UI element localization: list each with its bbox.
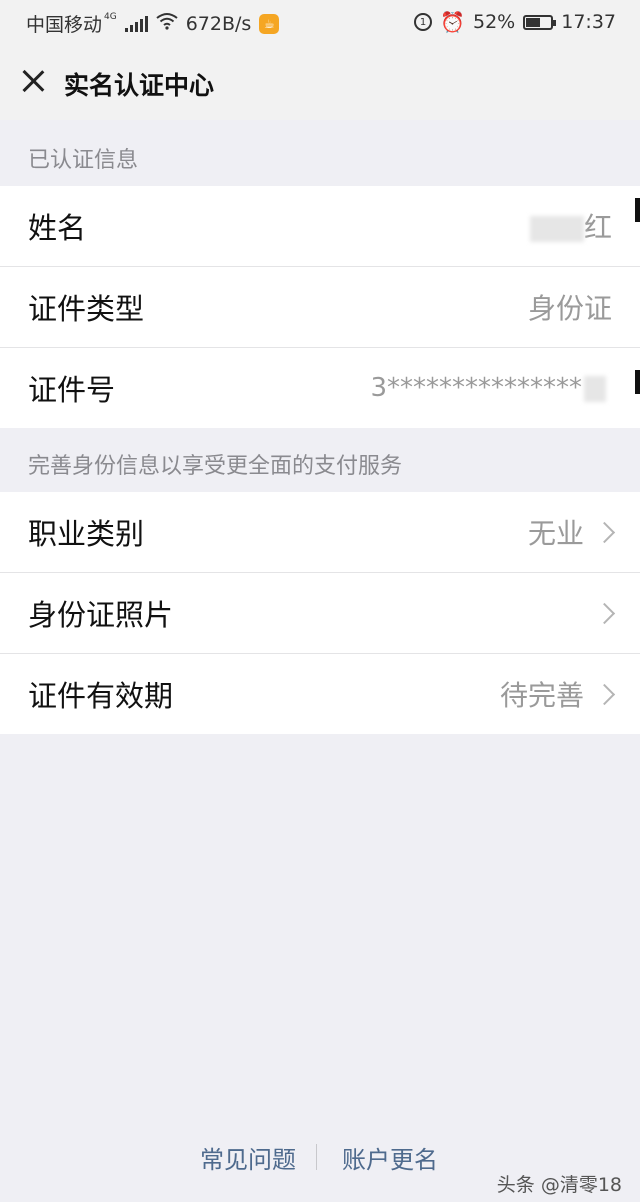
id-type-row: 证件类型 身份证: [0, 267, 640, 348]
occupation-value: 无业: [527, 517, 584, 550]
clock-time: 17:37: [561, 11, 616, 33]
alarm-badge-number: 1: [419, 16, 427, 28]
chevron-right-icon: [593, 683, 616, 705]
id-number-row: 证件号 3***************: [0, 348, 640, 428]
footer-divider: [316, 1144, 317, 1170]
chevron-right-icon: [593, 602, 616, 624]
battery-percent: 52%: [473, 11, 516, 33]
occupation-label: 职业类别: [28, 517, 145, 551]
name-value-text: 红: [583, 211, 612, 244]
id-validity-label: 证件有效期: [28, 679, 174, 713]
faq-link[interactable]: 常见问题: [200, 1140, 296, 1175]
battery-icon: [523, 14, 557, 30]
id-validity-value: 待完善: [499, 679, 584, 712]
alarm-badge-icon: 1: [414, 13, 433, 31]
verified-section-heading: 已认证信息: [28, 148, 139, 173]
edge-marker: [635, 370, 640, 394]
app-notification-icon: ☕: [259, 13, 280, 34]
chevron-right-icon: [593, 521, 616, 543]
alarm-clock-icon: ⏰: [440, 10, 465, 34]
id-number-label: 证件号: [28, 373, 116, 407]
name-label: 姓名: [28, 211, 87, 245]
id-number-text: 3***************: [370, 373, 582, 403]
rename-account-link[interactable]: 账户更名: [342, 1140, 438, 1175]
id-type-label: 证件类型: [28, 292, 145, 326]
id-validity-row[interactable]: 证件有效期 待完善: [0, 654, 640, 734]
signal-icon: [124, 15, 148, 32]
complete-section-heading: 完善身份信息以享受更全面的支付服务: [28, 454, 403, 479]
close-icon[interactable]: [18, 66, 48, 96]
name-value: 红: [528, 206, 612, 246]
nav-bar: 实名认证中心: [0, 44, 640, 120]
carrier-label: 中国移动: [26, 14, 103, 36]
battery-fill: [526, 17, 540, 27]
page-title: 实名认证中心: [64, 71, 215, 100]
id-photo-row[interactable]: 身份证照片: [0, 573, 640, 654]
name-row: 姓名 红: [0, 186, 640, 267]
status-bar: 中国移动 4G 672B/s ☕ 1 ⏰ 52% 17:37: [0, 0, 640, 44]
verified-info-group: 姓名 红 证件类型 身份证 证件号 3***************: [0, 186, 640, 428]
redacted-blur: [529, 216, 584, 242]
network-type: 4G: [104, 11, 117, 22]
network-speed: 672B/s: [185, 12, 252, 35]
id-photo-label: 身份证照片: [28, 598, 174, 632]
complete-info-group: 职业类别 无业 身份证照片 证件有效期 待完善: [0, 492, 640, 734]
edge-marker: [635, 198, 640, 222]
id-type-value: 身份证: [527, 292, 612, 325]
redacted-blur: [584, 375, 606, 402]
id-number-value: 3***************: [370, 373, 606, 403]
watermark: 头条 @清零18: [496, 1174, 622, 1196]
occupation-row[interactable]: 职业类别 无业: [0, 492, 640, 573]
wifi-icon: [156, 12, 178, 35]
